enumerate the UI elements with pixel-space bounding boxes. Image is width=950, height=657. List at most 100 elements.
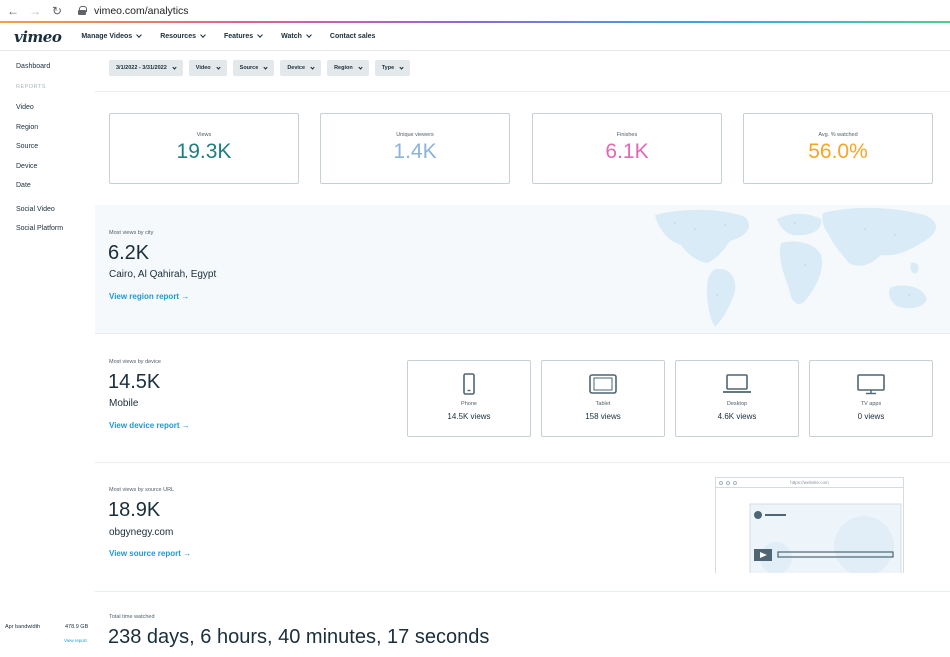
nav-label: Features [223, 33, 254, 40]
top-navigation: vimeo Manage Videos Resources Features W… [0, 23, 950, 51]
nav-label: Resources [160, 33, 196, 40]
website-embed-illustration: https://website.com [715, 477, 904, 573]
filter-label: Type [381, 65, 395, 71]
forward-arrow-icon[interactable]: → [26, 2, 44, 20]
back-arrow-icon[interactable]: ← [4, 2, 22, 20]
device-kicker: Most views by device [109, 359, 161, 365]
device-value: 4.6K views [717, 412, 757, 421]
stat-label: Avg. % watched [818, 132, 858, 138]
device-card-tv-apps: TV apps 0 views [809, 360, 933, 437]
nav-contact-sales[interactable]: Contact sales [330, 33, 376, 40]
device-value: 14.5K views [447, 412, 491, 421]
sidebar: Dashboard REPORTS Video Region Source De… [0, 51, 95, 657]
stat-label: Views [196, 132, 212, 138]
stat-value: 6.1K [605, 140, 649, 163]
nav-resources[interactable]: Resources [160, 32, 206, 40]
sidebar-item-social-platform[interactable]: Social Platform [16, 225, 63, 232]
device-value: 158 views [585, 412, 621, 421]
device-views-value: 14.5K [108, 371, 161, 393]
stat-card-unique-viewers: Unique viewers 1.4K [320, 113, 510, 184]
stat-card-finishes: Finishes 6.1K [532, 113, 722, 184]
stat-card-views: Views 19.3K [109, 113, 299, 184]
device-filter[interactable]: Device [280, 60, 322, 76]
nav-manage-videos[interactable]: Manage Videos [81, 32, 143, 40]
device-label: Tablet [595, 401, 611, 407]
reload-icon[interactable]: ↻ [48, 2, 66, 20]
view-device-report-link[interactable]: View device report → [109, 421, 190, 430]
nav-label: Manage Videos [81, 33, 133, 40]
device-value: 0 views [857, 412, 885, 421]
tv-icon [857, 374, 885, 395]
tablet-icon [589, 374, 617, 394]
region-views-value: 6.2K [108, 242, 150, 264]
browser-toolbar: ← → ↻ vimeo.com/analytics [0, 0, 950, 21]
filter-label: Source [239, 65, 259, 71]
filter-label: Video [195, 65, 211, 71]
total-time-value: 238 days, 6 hours, 40 minutes, 17 second… [108, 626, 490, 648]
device-card-phone: Phone 14.5K views [407, 360, 531, 437]
device-label: Desktop [726, 401, 748, 407]
region-kicker: Most views by city [109, 230, 154, 236]
device-type-name: Mobile [109, 398, 139, 409]
region-filter[interactable]: Region [327, 60, 369, 76]
chevron-down-icon [263, 64, 268, 70]
nav-watch[interactable]: Watch [281, 32, 312, 40]
source-filter[interactable]: Source [232, 60, 275, 76]
stat-card-avg-watched: Avg. % watched 56.0% [743, 113, 933, 184]
stat-value: 1.4K [393, 140, 437, 163]
device-label: Phone [461, 401, 477, 407]
total-time-summary: Total time watched 238 days, 6 hours, 40… [95, 591, 950, 657]
stat-value: 19.3K [176, 140, 232, 163]
region-summary: Most views by city 6.2K Cairo, Al Qahira… [95, 205, 950, 333]
chevron-down-icon [399, 64, 404, 70]
vimeo-logo[interactable]: vimeo [14, 28, 62, 46]
nav-label: Watch [281, 33, 302, 40]
sidebar-item-dashboard[interactable]: Dashboard [16, 63, 50, 70]
sidebar-item-date[interactable]: Date [16, 182, 31, 189]
source-url-name: obgynegy.com [109, 527, 174, 538]
analytics-main: 3/1/2022 - 3/31/2022 Video Source Device… [95, 51, 950, 657]
stat-value: 56.0% [808, 140, 868, 163]
address-bar[interactable]: vimeo.com/analytics [78, 5, 189, 17]
stat-label: Unique viewers [396, 132, 434, 138]
nav-features[interactable]: Features [223, 32, 264, 40]
bandwidth-value: 478.9 GB [65, 624, 89, 630]
sidebar-item-video[interactable]: Video [16, 104, 34, 111]
sidebar-item-device[interactable]: Device [16, 163, 37, 170]
video-filter[interactable]: Video [188, 60, 227, 76]
chevron-down-icon [358, 64, 363, 70]
view-source-report-link[interactable]: View source report → [109, 549, 191, 558]
lock-icon [78, 6, 87, 15]
chevron-down-icon [310, 64, 315, 70]
device-label: TV apps [860, 401, 882, 407]
device-card-tablet: Tablet 158 views [541, 360, 665, 437]
sidebar-item-source[interactable]: Source [16, 143, 38, 150]
chevron-down-icon [257, 32, 264, 38]
mock-url: https://website.com [790, 480, 829, 485]
stat-label: Finishes [616, 132, 638, 138]
divider [95, 91, 950, 92]
region-city-name: Cairo, Al Qahirah, Egypt [109, 269, 217, 280]
sidebar-reports-heading: REPORTS [16, 84, 46, 90]
embedded-video-illustration [749, 503, 902, 573]
source-kicker: Most views by source URL [109, 487, 175, 493]
time-kicker: Total time watched [109, 614, 155, 620]
chevron-down-icon [200, 32, 206, 38]
filter-label: Device [287, 65, 306, 71]
source-views-value: 18.9K [108, 499, 161, 521]
date-range-filter[interactable]: 3/1/2022 - 3/31/2022 [109, 60, 183, 76]
laptop-icon [723, 374, 751, 393]
device-card-desktop: Desktop 4.6K views [675, 360, 799, 437]
address-text: vimeo.com/analytics [94, 4, 189, 17]
view-bandwidth-report-link[interactable]: View report [64, 638, 87, 643]
sidebar-item-region[interactable]: Region [16, 124, 38, 131]
bandwidth-label: Apr bandwidth [5, 624, 41, 630]
type-filter[interactable]: Type [374, 60, 411, 76]
chevron-down-icon [216, 64, 221, 70]
view-region-report-link[interactable]: View region report → [109, 292, 189, 301]
sidebar-item-social-video[interactable]: Social Video [16, 206, 55, 213]
filter-label: Region [334, 65, 353, 71]
filter-label: 3/1/2022 - 3/31/2022 [116, 65, 167, 71]
filter-bar: 3/1/2022 - 3/31/2022 Video Source Device… [109, 60, 416, 76]
nav-label: Contact sales [329, 33, 376, 40]
